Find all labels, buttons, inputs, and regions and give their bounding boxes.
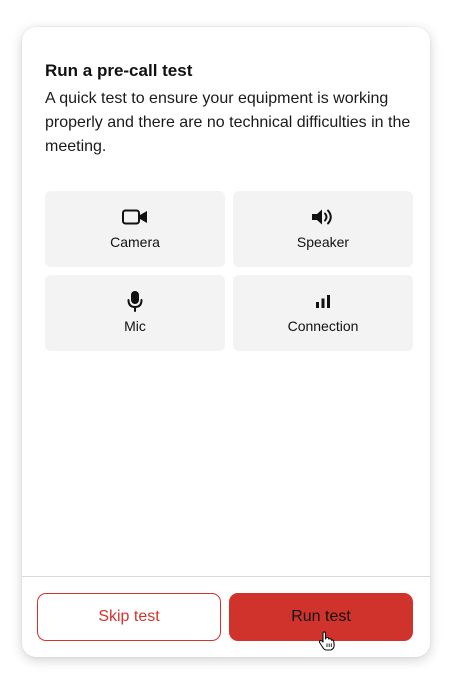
speaker-label: Speaker	[296, 234, 350, 250]
speaker-test-tile[interactable]: Speaker	[233, 191, 413, 267]
camera-icon	[122, 209, 147, 225]
dialog-description: A quick test to ensure your equipment is…	[45, 90, 411, 155]
microphone-icon	[127, 291, 143, 312]
speaker-icon	[312, 209, 332, 225]
mic-test-tile[interactable]: Mic	[45, 275, 225, 351]
pre-call-test-dialog: Run a pre-call test A quick test to ensu…	[22, 27, 430, 657]
footer-divider	[22, 576, 430, 577]
camera-test-tile[interactable]: Camera	[45, 191, 225, 267]
camera-label: Camera	[110, 234, 160, 250]
dialog-title: Run a pre-call test	[45, 61, 193, 80]
mic-label: Mic	[124, 318, 146, 334]
hand-pointer-cursor-icon	[318, 631, 335, 651]
connection-test-tile[interactable]: Connection	[233, 275, 413, 351]
connection-label: Connection	[287, 318, 359, 334]
skip-test-button[interactable]: Skip test	[37, 593, 221, 641]
signal-bars-icon	[316, 295, 330, 308]
